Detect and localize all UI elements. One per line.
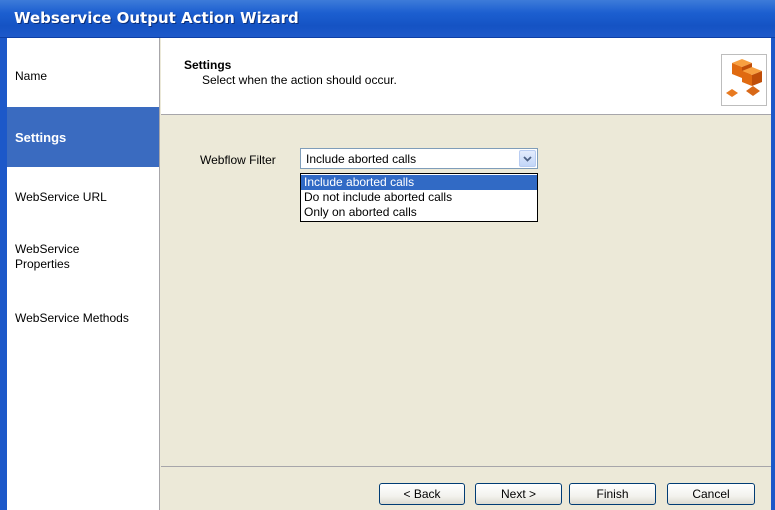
back-button[interactable]: < Back	[379, 483, 465, 505]
webflow-filter-label: Webflow Filter	[200, 153, 276, 167]
chevron-down-icon[interactable]	[519, 150, 536, 167]
finish-button[interactable]: Finish	[569, 483, 656, 505]
wizard-footer: < Back Next > Finish Cancel	[161, 466, 771, 510]
dropdown-option-only-aborted[interactable]: Only on aborted calls	[301, 205, 537, 220]
sidebar-item-webservice-methods[interactable]: WebService Methods	[7, 297, 159, 347]
cubes-icon	[721, 54, 767, 106]
cancel-button[interactable]: Cancel	[667, 483, 755, 505]
wizard-window: Webservice Output Action Wizard Name Set…	[0, 0, 775, 510]
page-title: Settings	[184, 58, 232, 72]
window-frame-right	[771, 38, 775, 510]
sidebar-item-webservice-url[interactable]: WebService URL	[7, 167, 159, 227]
sidebar-item-name[interactable]: Name	[7, 38, 159, 107]
title-bar[interactable]: Webservice Output Action Wizard	[0, 0, 775, 38]
dropdown-option-include-aborted[interactable]: Include aborted calls	[301, 175, 537, 190]
sidebar-item-label: WebService URL	[15, 190, 107, 204]
settings-panel: Webflow Filter Include aborted calls Inc…	[161, 115, 771, 466]
sidebar-item-label: Name	[15, 69, 48, 83]
wizard-steps-sidebar: Name Settings WebService URL WebService …	[7, 38, 159, 510]
dropdown-option-exclude-aborted[interactable]: Do not include aborted calls	[301, 190, 537, 205]
page-subtitle: Select when the action should occur.	[202, 73, 397, 87]
sidebar-item-webservice-properties[interactable]: WebService Properties	[7, 227, 159, 297]
next-button[interactable]: Next >	[475, 483, 562, 505]
window-title: Webservice Output Action Wizard	[14, 9, 299, 27]
sidebar-item-label: WebService Properties	[15, 242, 80, 271]
window-frame-left	[0, 38, 7, 510]
webflow-filter-select[interactable]: Include aborted calls	[300, 148, 538, 169]
page-header: Settings Select when the action should o…	[161, 38, 771, 115]
sidebar-item-settings[interactable]: Settings	[7, 107, 159, 167]
sidebar-item-label: WebService Methods	[15, 311, 129, 325]
webflow-filter-value: Include aborted calls	[306, 152, 417, 166]
sidebar-item-label: Settings	[15, 130, 67, 145]
webflow-filter-dropdown: Include aborted calls Do not include abo…	[300, 173, 538, 222]
